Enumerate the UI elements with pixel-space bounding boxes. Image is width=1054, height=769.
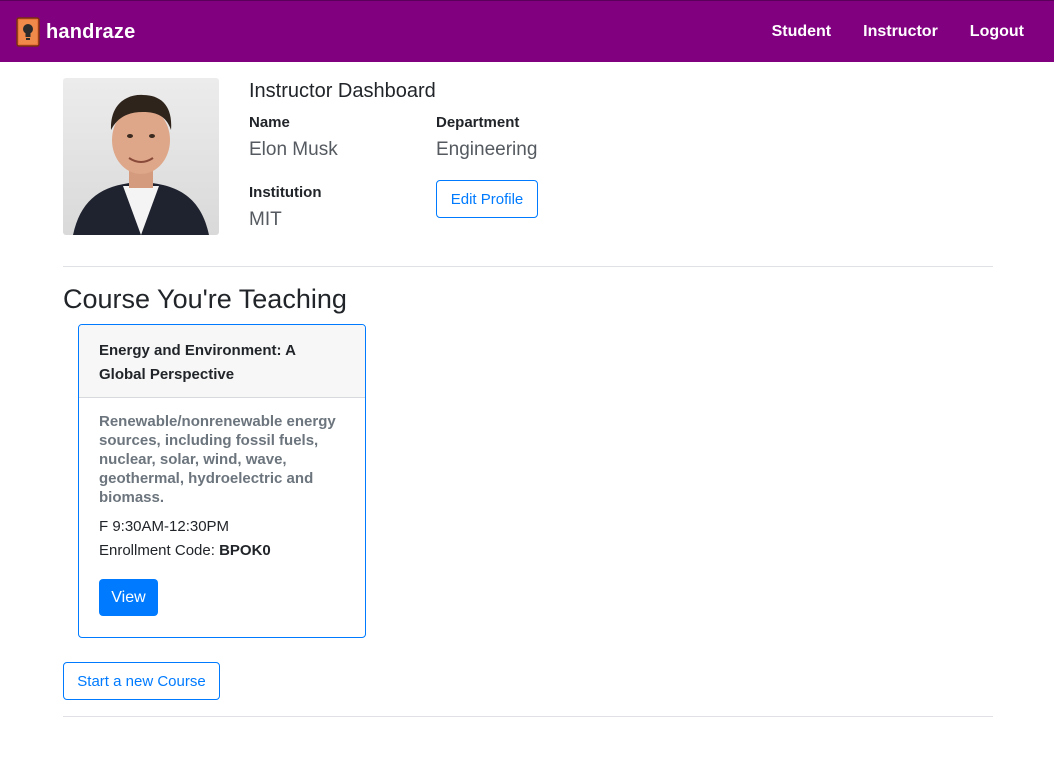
nav-links: Student Instructor Logout	[756, 1, 1040, 63]
bottom-divider	[63, 716, 993, 717]
start-new-course-button[interactable]: Start a new Course	[63, 662, 220, 700]
edit-profile-button[interactable]: Edit Profile	[436, 180, 538, 218]
nav-link-logout[interactable]: Logout	[954, 23, 1040, 41]
course-description: Renewable/nonrenewable energy sources, i…	[99, 413, 336, 506]
brand-link[interactable]: handraze	[16, 17, 135, 47]
nav-link-instructor[interactable]: Instructor	[847, 23, 954, 41]
divider	[63, 266, 993, 267]
dashboard-title: Instructor Dashboard	[249, 80, 436, 102]
navbar: handraze Student Instructor Logout	[0, 0, 1054, 62]
courses-section-title: Course You're Teaching	[63, 284, 347, 314]
avatar	[63, 78, 219, 235]
view-course-button[interactable]: View	[99, 579, 158, 616]
book-lightbulb-icon	[16, 17, 40, 47]
institution-value: MIT	[249, 209, 282, 230]
course-card: Energy and Environment: A Global Perspec…	[78, 324, 366, 638]
enrollment-code-label: Enrollment Code:	[99, 542, 220, 559]
institution-label: Institution	[249, 184, 322, 201]
profile-section: Instructor Dashboard Name Elon Musk Depa…	[63, 78, 993, 238]
course-card-body: Renewable/nonrenewable energy sources, i…	[79, 398, 365, 616]
name-value: Elon Musk	[249, 139, 338, 160]
course-schedule: F 9:30AM-12:30PM	[99, 518, 230, 535]
brand-name: handraze	[46, 20, 136, 43]
enrollment-code-value: BPOK0	[219, 542, 271, 559]
department-value: Engineering	[436, 139, 538, 160]
course-title: Energy and Environment: A Global Perspec…	[79, 325, 365, 398]
enrollment-code-line: Enrollment Code: BPOK0	[99, 539, 345, 563]
name-label: Name	[249, 114, 290, 131]
department-label: Department	[436, 114, 520, 131]
nav-link-student[interactable]: Student	[756, 23, 848, 41]
